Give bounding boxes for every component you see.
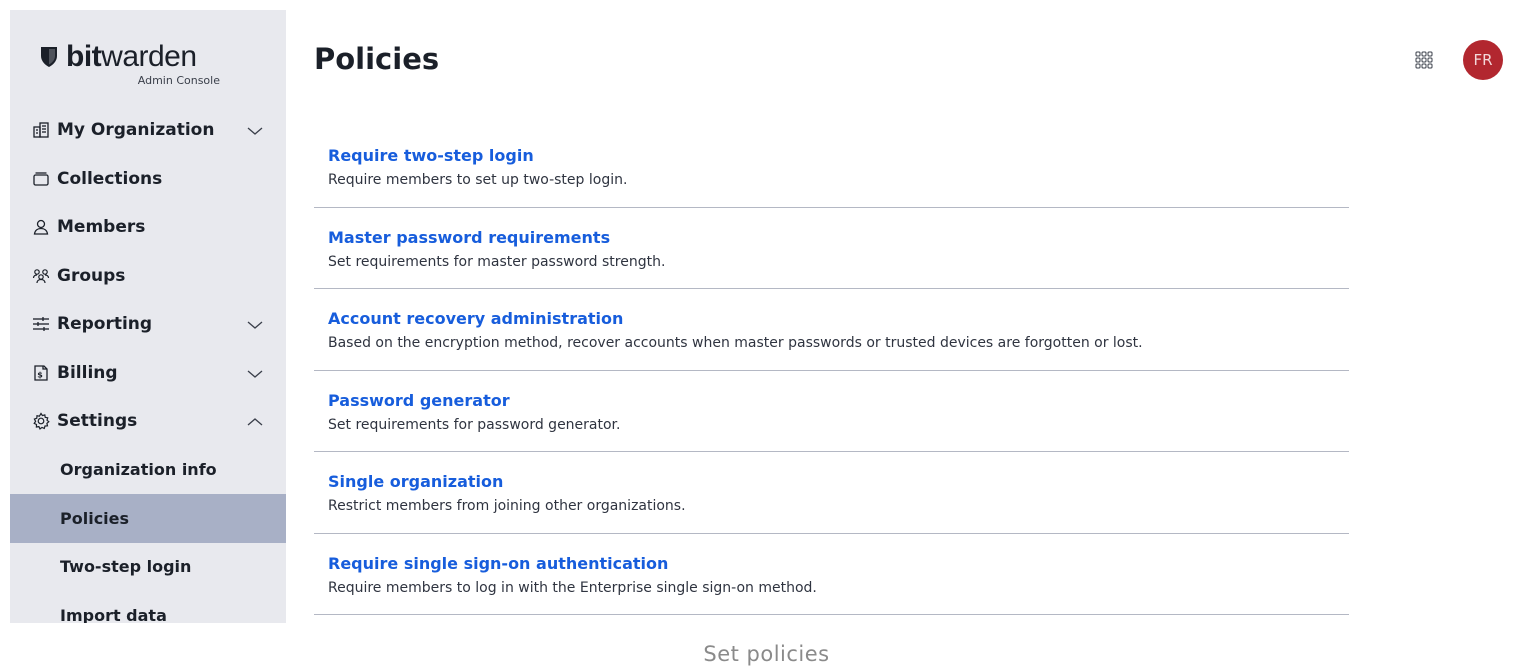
policy-row: Account recovery administration Based on… (314, 289, 1349, 371)
sidebar-subitem-label: Two-step login (60, 557, 192, 577)
policy-description: Set requirements for password generator. (328, 416, 621, 433)
policy-link-require-two-step-login[interactable]: Require two-step login (328, 146, 534, 165)
chevron-up-icon (247, 418, 263, 426)
svg-text:$: $ (37, 370, 43, 379)
chevron-down-icon (247, 321, 263, 329)
app-switcher-icon[interactable] (1414, 50, 1434, 70)
policy-row: Password generator Set requirements for … (314, 371, 1349, 452)
sidebar-item-label: Settings (57, 411, 138, 432)
logo-warden-text: warden (101, 40, 197, 73)
policy-row: Single organization Restrict members fro… (314, 452, 1349, 534)
chevron-down-icon (247, 370, 263, 378)
sidebar-item-reporting[interactable]: Reporting (10, 300, 286, 349)
sidebar-item-label: Billing (57, 362, 118, 383)
policy-row: Require single sign-on authentication Re… (314, 534, 1349, 615)
logo-bit-text: bit (66, 40, 102, 73)
admin-console-label: Admin Console (137, 74, 220, 87)
figure-caption: Set policies (703, 642, 830, 666)
sidebar-item-label: My Organization (57, 120, 215, 141)
sidebar: bitwarden Admin Console My Organization (10, 10, 286, 623)
sidebar-item-label: Members (57, 217, 146, 238)
sidebar-subitem-organization-info[interactable]: Organization info (10, 446, 286, 495)
sidebar-subitem-label: Import data (60, 605, 167, 623)
sidebar-subitem-label: Policies (60, 508, 130, 528)
user-icon (32, 218, 50, 236)
cog-icon (32, 412, 50, 431)
policy-description: Set requirements for master password str… (328, 253, 666, 270)
billing-icon: $ (32, 364, 50, 382)
sidebar-item-my-organization[interactable]: My Organization (10, 106, 286, 155)
sidebar-item-settings[interactable]: Settings (10, 397, 286, 446)
app-window: bitwarden Admin Console My Organization (10, 10, 1523, 623)
sidebar-nav: My Organization Collections Members Grou… (10, 106, 286, 623)
sidebar-item-groups[interactable]: Groups (10, 252, 286, 301)
sidebar-item-label: Reporting (57, 314, 153, 335)
policy-description: Require members to set up two-step login… (328, 172, 628, 188)
page-title: Policies (314, 42, 440, 76)
user-avatar[interactable]: FR (1463, 40, 1503, 80)
shield-icon (41, 47, 57, 67)
policy-row: Master password requirements Set require… (314, 208, 1349, 289)
policy-description: Restrict members from joining other orga… (328, 498, 686, 514)
sliders-icon (32, 315, 50, 333)
policy-list: Require two-step login Require members t… (314, 126, 1349, 615)
users-icon (32, 267, 50, 285)
policy-link-single-organization[interactable]: Single organization (328, 472, 503, 491)
sidebar-subitem-import-data[interactable]: Import data (10, 591, 286, 623)
policy-link-account-recovery-administration[interactable]: Account recovery administration (328, 309, 623, 328)
policy-link-require-single-sign-on[interactable]: Require single sign-on authentication (328, 554, 668, 573)
policy-link-master-password-requirements[interactable]: Master password requirements (328, 228, 610, 247)
policy-description: Based on the encryption method, recover … (328, 335, 1143, 351)
building-icon (32, 121, 50, 139)
sidebar-item-members[interactable]: Members (10, 203, 286, 252)
chevron-down-icon (247, 127, 263, 135)
sidebar-subitem-policies[interactable]: Policies (10, 494, 286, 543)
sidebar-item-label: Groups (57, 265, 126, 286)
sidebar-subitem-two-step-login[interactable]: Two-step login (10, 543, 286, 592)
sidebar-item-billing[interactable]: $ Billing (10, 349, 286, 398)
policy-row: Require two-step login Require members t… (314, 126, 1349, 208)
sidebar-item-collections[interactable]: Collections (10, 155, 286, 204)
collection-icon (32, 170, 50, 188)
bitwarden-logo[interactable]: bit warden Admin Console (40, 40, 220, 92)
sidebar-item-label: Collections (57, 168, 163, 189)
policy-link-password-generator[interactable]: Password generator (328, 391, 510, 410)
sidebar-subitem-label: Organization info (60, 460, 217, 480)
policy-description: Require members to log in with the Enter… (328, 579, 817, 596)
